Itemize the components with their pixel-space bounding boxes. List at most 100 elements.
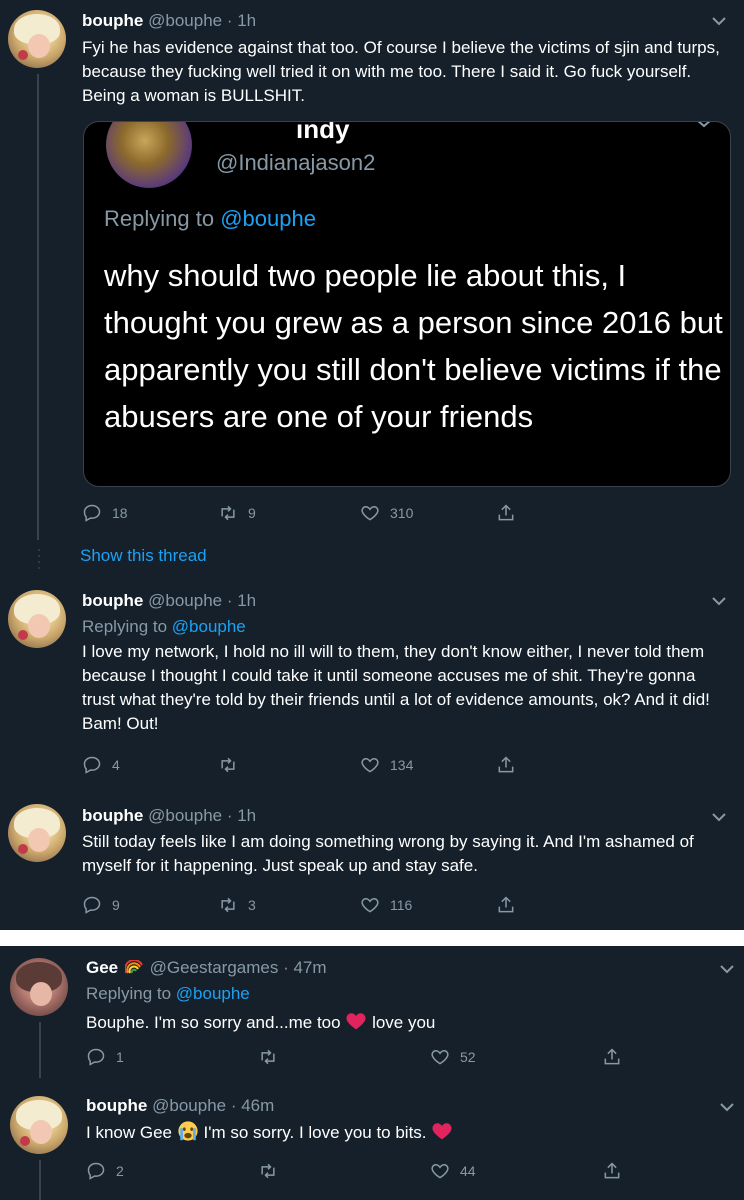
mention-link: @bouphe — [220, 206, 316, 231]
like-button[interactable]: 44 — [430, 1161, 476, 1181]
retweet-icon — [261, 1049, 275, 1065]
retweet-button[interactable] — [258, 1161, 288, 1181]
chevron-down-icon[interactable] — [720, 964, 734, 974]
avatar[interactable] — [10, 1096, 68, 1154]
retweet-button[interactable] — [218, 755, 248, 775]
crying-face-icon — [178, 1121, 198, 1141]
retweet-icon — [221, 505, 235, 521]
reply-count: 2 — [116, 1163, 124, 1179]
share-button[interactable] — [602, 1047, 622, 1067]
thread-line — [39, 1022, 41, 1078]
retweet-icon — [261, 1163, 275, 1179]
tweet-actions: 9 3 116 — [82, 895, 522, 917]
reply-icon — [83, 504, 101, 522]
mention-link[interactable]: @bouphe — [172, 617, 246, 636]
quoted-author-name: indy — [296, 121, 350, 144]
avatar[interactable] — [8, 804, 66, 862]
reply-button[interactable]: 1 — [86, 1047, 124, 1067]
reply-count: 18 — [112, 505, 128, 521]
retweet-button[interactable]: 9 — [218, 503, 256, 523]
author-name[interactable]: bouphe — [82, 591, 143, 610]
heart-icon — [431, 1049, 449, 1065]
tweet-text: Fyi he has evidence against that too. Of… — [82, 38, 720, 105]
reply-icon — [83, 756, 101, 774]
replying-to: Replying to @bouphe — [82, 617, 246, 636]
quoted-replying-to: Replying to @bouphe — [104, 206, 316, 231]
heart-icon — [361, 897, 379, 913]
author-name[interactable]: bouphe — [82, 11, 143, 30]
author-name[interactable]: Gee — [86, 958, 118, 977]
tweet-actions: 2 44 — [86, 1161, 646, 1183]
tweet-text: I love my network, I hold no ill will to… — [82, 642, 710, 733]
share-icon — [604, 1048, 620, 1065]
author-meta: @bouphe · 1h — [148, 591, 257, 610]
reply-count: 9 — [112, 897, 120, 913]
share-button[interactable] — [496, 503, 516, 523]
author-meta: @bouphe · 1h — [148, 11, 257, 30]
show-thread-link[interactable]: Show this thread — [80, 546, 207, 566]
share-button[interactable] — [496, 895, 516, 915]
share-button[interactable] — [496, 755, 516, 775]
like-button[interactable]: 52 — [430, 1047, 476, 1067]
screenshot-divider — [0, 930, 744, 946]
tweet-3[interactable]: bouphe @bouphe · 1h Still today feels li… — [0, 796, 744, 930]
tweet-text: Bouphe. I'm so sorry and...me too love y… — [86, 1010, 706, 1035]
tweet-5[interactable]: bouphe @bouphe · 46m I know Gee I'm so s… — [0, 1088, 744, 1200]
chevron-down-icon[interactable] — [712, 16, 726, 26]
tweet-2[interactable]: bouphe @bouphe · 1h Replying to @bouphe … — [0, 580, 744, 792]
reply-button[interactable]: 18 — [82, 503, 128, 523]
reply-count: 4 — [112, 757, 120, 773]
reply-button[interactable]: 4 — [82, 755, 120, 775]
tweet-actions: 1 52 — [86, 1047, 646, 1069]
tweet-1[interactable]: bouphe @bouphe · 1h Fyi he has evidence … — [0, 0, 744, 580]
like-count: 310 — [390, 505, 414, 521]
like-count: 52 — [460, 1049, 476, 1065]
like-button[interactable]: 310 — [360, 503, 413, 523]
like-button[interactable]: 116 — [360, 895, 412, 915]
reply-count: 1 — [116, 1049, 124, 1065]
like-count: 116 — [390, 897, 413, 913]
share-button[interactable] — [602, 1161, 622, 1181]
replying-to: Replying to @bouphe — [86, 984, 250, 1003]
reply-icon — [87, 1162, 105, 1180]
reply-button[interactable]: 2 — [86, 1161, 124, 1181]
reply-icon — [87, 1048, 105, 1066]
share-icon — [498, 896, 514, 913]
quoted-author-handle: @Indianajason2 — [216, 150, 376, 175]
author-meta: @bouphe · 1h — [148, 806, 257, 825]
red-heart-icon — [346, 1013, 366, 1030]
reply-button[interactable]: 9 — [82, 895, 120, 915]
like-count: 134 — [390, 757, 414, 773]
retweet-button[interactable] — [258, 1047, 288, 1067]
like-button[interactable]: 134 — [360, 755, 413, 775]
share-icon — [604, 1162, 620, 1179]
tweet-thread-screenshot-bottom: Gee @Geestargames · 47m Replying to @bou… — [0, 946, 744, 1200]
avatar[interactable] — [8, 10, 66, 68]
thread-dots — [38, 549, 40, 569]
quoted-tweet-text: why should two people lie about this, I … — [104, 258, 723, 434]
retweet-button[interactable]: 3 — [218, 895, 256, 915]
heart-icon — [361, 505, 379, 521]
tweet-thread-screenshot-top: bouphe @bouphe · 1h Fyi he has evidence … — [0, 0, 744, 930]
retweet-icon — [221, 897, 235, 913]
author-name[interactable]: bouphe — [82, 806, 143, 825]
chevron-down-icon[interactable] — [720, 1102, 734, 1112]
like-count: 44 — [460, 1163, 476, 1179]
quoted-tweet-image[interactable]: indy @Indianajason2 Replying to @bouphe … — [83, 121, 731, 487]
tweet-actions: 18 9 310 — [82, 503, 522, 525]
chevron-down-icon[interactable] — [712, 596, 726, 606]
share-icon — [498, 504, 514, 521]
thread-line — [37, 74, 39, 540]
red-heart-icon — [432, 1123, 452, 1140]
rainbow-icon — [124, 960, 143, 974]
author-name[interactable]: bouphe — [86, 1096, 147, 1115]
tweet-text: Still today feels like I am doing someth… — [82, 832, 694, 875]
mention-link[interactable]: @bouphe — [176, 984, 250, 1003]
heart-icon — [361, 757, 379, 773]
reply-icon — [83, 896, 101, 914]
share-icon — [498, 756, 514, 773]
avatar[interactable] — [10, 958, 68, 1016]
chevron-down-icon[interactable] — [712, 812, 726, 822]
avatar[interactable] — [8, 590, 66, 648]
tweet-4[interactable]: Gee @Geestargames · 47m Replying to @bou… — [0, 946, 744, 1086]
